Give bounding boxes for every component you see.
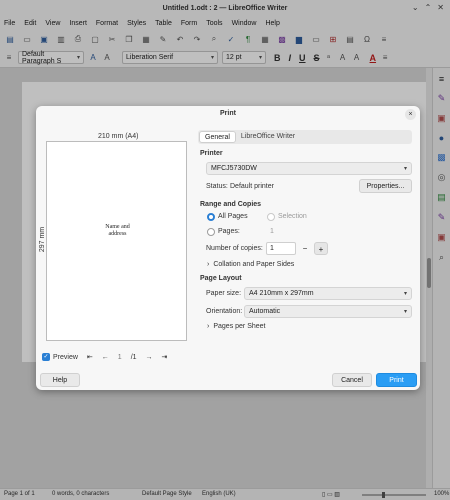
all-pages-label: All Pages — [218, 213, 248, 220]
orientation-label: Orientation: — [206, 308, 243, 315]
previous-page-icon[interactable]: ← — [102, 354, 109, 361]
next-page-icon[interactable]: → — [146, 354, 153, 361]
printer-properties-button[interactable]: Properties... — [359, 179, 412, 193]
copies-decrement-button[interactable]: − — [298, 242, 312, 255]
tab-general[interactable]: General — [199, 131, 236, 143]
current-page-field[interactable]: 1 — [118, 354, 122, 361]
all-pages-radio[interactable] — [207, 213, 215, 221]
tab-libreoffice-writer[interactable]: LibreOffice Writer — [236, 131, 300, 143]
print-preview-page: Name and address — [46, 141, 187, 341]
pages-field[interactable]: 1 — [270, 228, 274, 235]
print-dialog: Print × 210 mm (A4) 297 mm Name and addr… — [36, 106, 420, 390]
copies-increment-button[interactable]: + — [314, 242, 328, 255]
printer-select[interactable]: MFCJ5730DW ▾ — [206, 162, 412, 175]
chevron-down-icon: ▾ — [403, 291, 407, 297]
orientation-value: Automatic — [249, 308, 281, 315]
cancel-button[interactable]: Cancel — [332, 373, 372, 387]
paper-size-select[interactable]: A4 210mm x 297mm ▾ — [244, 287, 412, 300]
copies-label: Number of copies: — [206, 245, 263, 252]
preview-width-label: 210 mm (A4) — [98, 133, 139, 140]
pages-radio[interactable] — [207, 228, 215, 236]
preview-toggle[interactable]: ✓ Preview — [42, 353, 78, 361]
chevron-right-icon: › — [207, 323, 210, 330]
preview-navigation: ✓ Preview ⇤ ← 1 /1 → ⇥ — [42, 353, 167, 361]
printer-select-value: MFCJ5730DW — [211, 165, 257, 172]
printer-section-title: Printer — [200, 150, 223, 157]
selection-label: Selection — [278, 213, 307, 220]
dialog-title: Print — [220, 110, 236, 117]
selection-radio[interactable] — [267, 213, 275, 221]
help-button[interactable]: Help — [40, 373, 80, 387]
chevron-down-icon: ▾ — [403, 166, 407, 172]
preview-address-line1: Name and — [105, 224, 130, 230]
total-pages-label: /1 — [130, 353, 137, 361]
last-page-icon[interactable]: ⇥ — [162, 353, 168, 361]
pages-per-sheet-label: Pages per Sheet — [213, 323, 266, 330]
first-page-icon[interactable]: ⇤ — [87, 353, 93, 361]
chevron-down-icon: ▾ — [403, 309, 407, 315]
printer-status-label: Status: — [206, 183, 228, 190]
paper-size-value: A4 210mm x 297mm — [249, 290, 314, 297]
layout-section-title: Page Layout — [200, 275, 242, 282]
collation-expander[interactable]: › Collation and Paper Sides — [207, 261, 294, 268]
print-button[interactable]: Print — [376, 373, 417, 387]
range-section-title: Range and Copies — [200, 201, 262, 208]
preview-address-line2: address — [108, 231, 127, 237]
preview-address-text: Name and address — [47, 224, 188, 238]
paper-size-label: Paper size: — [206, 290, 242, 297]
pages-label: Pages: — [218, 228, 240, 235]
collation-label: Collation and Paper Sides — [213, 261, 295, 268]
pages-per-sheet-expander[interactable]: › Pages per Sheet — [207, 323, 266, 330]
copies-field[interactable]: 1 — [266, 242, 296, 255]
printer-status-value: Default printer — [230, 183, 274, 190]
checkbox-checked-icon[interactable]: ✓ — [42, 353, 50, 361]
close-icon[interactable]: × — [405, 109, 416, 120]
orientation-select[interactable]: Automatic ▾ — [244, 305, 412, 318]
preview-label: Preview — [53, 353, 78, 361]
dialog-tabs: General LibreOffice Writer — [198, 130, 412, 144]
chevron-right-icon: › — [207, 261, 210, 268]
